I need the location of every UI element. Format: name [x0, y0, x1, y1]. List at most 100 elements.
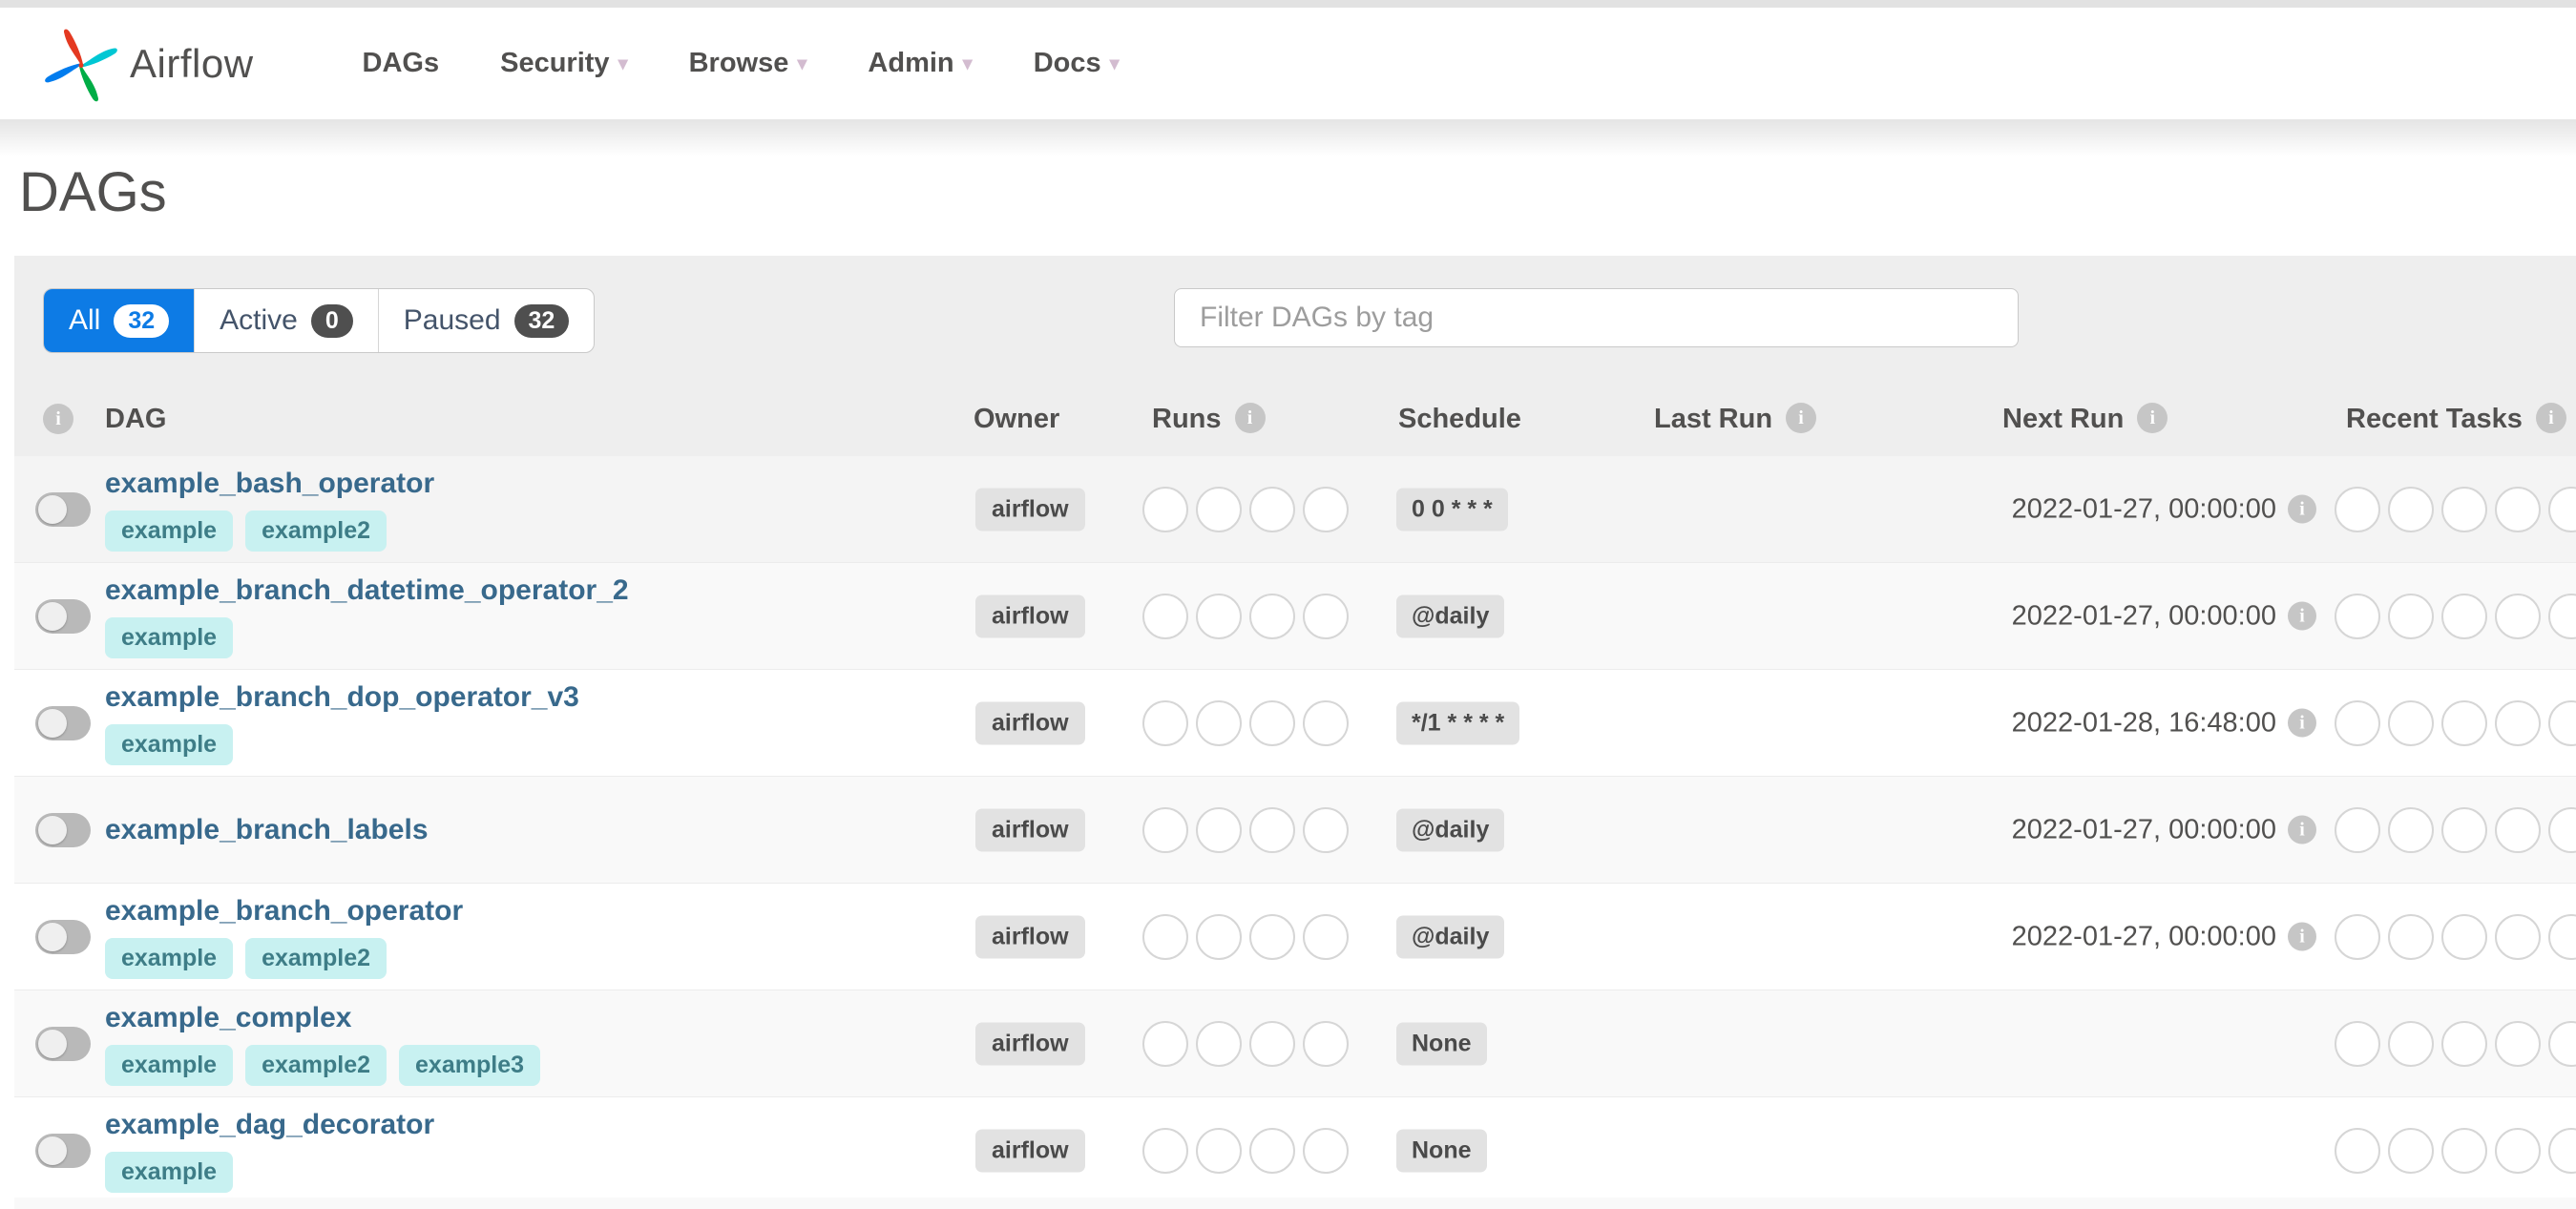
dag-tag[interactable]: example2 [245, 937, 387, 979]
pause-toggle[interactable] [35, 1026, 91, 1061]
run-status-circle[interactable] [1196, 1020, 1242, 1067]
run-status-circle[interactable] [1196, 806, 1242, 853]
run-status-circle[interactable] [1249, 1020, 1295, 1067]
run-status-circle[interactable] [1303, 593, 1349, 639]
task-status-circle[interactable] [2335, 806, 2380, 853]
task-status-circle[interactable] [2388, 486, 2434, 532]
task-status-circle[interactable] [2495, 593, 2541, 639]
run-status-circle[interactable] [1142, 1127, 1188, 1174]
task-status-circle[interactable] [2335, 486, 2380, 532]
dag-tag[interactable]: example [105, 937, 234, 979]
schedule-badge[interactable]: None [1396, 1022, 1487, 1065]
run-status-circle[interactable] [1249, 486, 1295, 532]
task-status-circle[interactable] [2548, 1020, 2576, 1067]
task-status-circle[interactable] [2548, 1127, 2576, 1174]
task-status-circle[interactable] [2548, 913, 2576, 960]
schedule-badge[interactable]: None [1396, 1129, 1487, 1172]
run-status-circle[interactable] [1249, 593, 1295, 639]
task-status-circle[interactable] [2388, 1127, 2434, 1174]
info-icon[interactable]: i [2288, 494, 2316, 524]
column-header-recent-tasks[interactable]: Recent Tasks i [2346, 382, 2566, 456]
run-status-circle[interactable] [1142, 486, 1188, 532]
run-status-circle[interactable] [1249, 913, 1295, 960]
task-status-circle[interactable] [2388, 593, 2434, 639]
pause-toggle[interactable] [35, 1133, 91, 1168]
info-icon[interactable]: i [2288, 708, 2316, 738]
task-status-circle[interactable] [2335, 593, 2380, 639]
dag-tag[interactable]: example2 [245, 510, 387, 552]
tag-filter-input[interactable] [1198, 301, 1995, 335]
task-status-circle[interactable] [2388, 699, 2434, 746]
task-status-circle[interactable] [2388, 806, 2434, 853]
dag-tag[interactable]: example3 [399, 1044, 540, 1086]
pause-toggle[interactable] [35, 812, 91, 847]
dag-link[interactable]: example_branch_dop_operator_v3 [105, 681, 579, 714]
task-status-circle[interactable] [2495, 806, 2541, 853]
task-status-circle[interactable] [2388, 913, 2434, 960]
task-status-circle[interactable] [2441, 486, 2487, 532]
dag-link[interactable]: example_branch_operator [105, 895, 463, 928]
schedule-badge[interactable]: @daily [1396, 594, 1505, 637]
column-header-dag[interactable]: DAG [105, 382, 166, 456]
run-status-circle[interactable] [1142, 1020, 1188, 1067]
info-icon[interactable]: i [2288, 601, 2316, 631]
task-status-circle[interactable] [2495, 1127, 2541, 1174]
nav-item-security[interactable]: Security ▾ [470, 48, 659, 79]
dag-tag[interactable]: example [105, 616, 234, 658]
pause-toggle[interactable] [35, 598, 91, 634]
dag-link[interactable]: example_bash_operator [105, 468, 434, 500]
task-status-circle[interactable] [2548, 593, 2576, 639]
nav-item-admin[interactable]: Admin ▾ [837, 48, 1002, 79]
task-status-circle[interactable] [2441, 699, 2487, 746]
dag-link[interactable]: example_complex [105, 1002, 540, 1034]
run-status-circle[interactable] [1196, 486, 1242, 532]
nav-item-dags[interactable]: DAGs [332, 48, 471, 79]
column-header-owner[interactable]: Owner [974, 382, 1059, 456]
task-status-circle[interactable] [2388, 1020, 2434, 1067]
task-status-circle[interactable] [2335, 1127, 2380, 1174]
tab-active[interactable]: Active 0 [194, 289, 378, 352]
pause-toggle[interactable] [35, 919, 91, 954]
dag-tag[interactable]: example [105, 510, 234, 552]
task-status-circle[interactable] [2495, 1020, 2541, 1067]
task-status-circle[interactable] [2441, 1127, 2487, 1174]
schedule-badge[interactable]: @daily [1396, 808, 1505, 851]
run-status-circle[interactable] [1249, 806, 1295, 853]
task-status-circle[interactable] [2548, 806, 2576, 853]
run-status-circle[interactable] [1303, 1020, 1349, 1067]
info-icon[interactable]: i [1786, 403, 1817, 434]
task-status-circle[interactable] [2441, 593, 2487, 639]
run-status-circle[interactable] [1196, 913, 1242, 960]
task-status-circle[interactable] [2495, 913, 2541, 960]
nav-item-browse[interactable]: Browse ▾ [659, 48, 838, 79]
run-status-circle[interactable] [1196, 593, 1242, 639]
dag-link[interactable]: example_dag_decorator [105, 1109, 434, 1141]
info-icon[interactable]: i [43, 404, 73, 434]
dag-tag[interactable]: example [105, 1151, 234, 1193]
run-status-circle[interactable] [1249, 699, 1295, 746]
schedule-badge[interactable]: 0 0 * * * [1396, 488, 1508, 531]
schedule-badge[interactable]: @daily [1396, 915, 1505, 958]
column-header-schedule[interactable]: Schedule [1398, 382, 1521, 456]
run-status-circle[interactable] [1303, 806, 1349, 853]
dag-link[interactable]: example_branch_labels [105, 814, 429, 846]
run-status-circle[interactable] [1142, 913, 1188, 960]
run-status-circle[interactable] [1142, 593, 1188, 639]
tab-paused[interactable]: Paused 32 [377, 289, 595, 352]
task-status-circle[interactable] [2441, 1020, 2487, 1067]
info-icon[interactable]: i [2288, 815, 2316, 844]
task-status-circle[interactable] [2548, 486, 2576, 532]
info-icon[interactable]: i [2288, 922, 2316, 951]
run-status-circle[interactable] [1303, 486, 1349, 532]
run-status-circle[interactable] [1303, 1127, 1349, 1174]
run-status-circle[interactable] [1196, 699, 1242, 746]
run-status-circle[interactable] [1142, 806, 1188, 853]
task-status-circle[interactable] [2441, 806, 2487, 853]
column-header-last-run[interactable]: Last Run i [1654, 382, 1817, 456]
nav-item-docs[interactable]: Docs ▾ [1003, 48, 1150, 79]
run-status-circle[interactable] [1196, 1127, 1242, 1174]
run-status-circle[interactable] [1142, 699, 1188, 746]
info-icon[interactable]: i [2535, 403, 2566, 434]
dag-tag[interactable]: example2 [245, 1044, 387, 1086]
schedule-badge[interactable]: */1 * * * * [1396, 701, 1520, 744]
